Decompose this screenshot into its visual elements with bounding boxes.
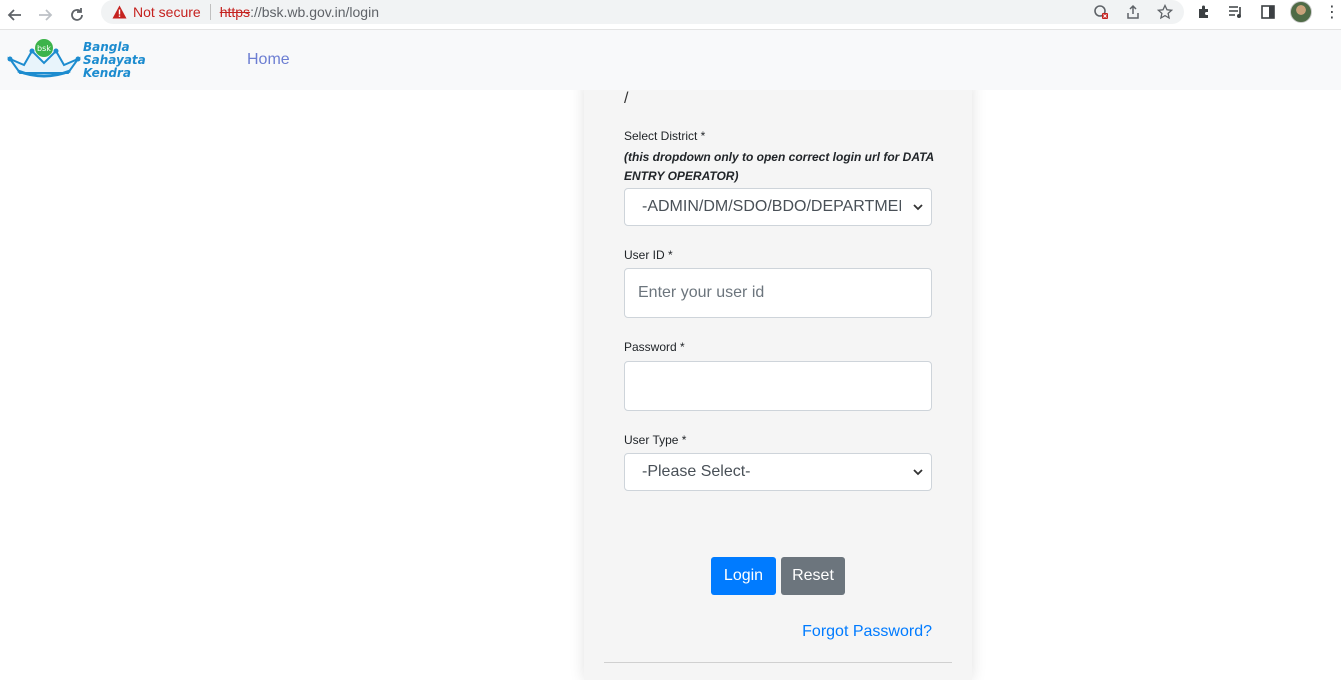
breadcrumb-fragment: / (624, 90, 629, 107)
nav-home-link[interactable]: Home (247, 51, 290, 69)
district-hint: (this dropdown only to open correct logi… (624, 150, 934, 183)
user-type-label: User Type * (624, 433, 687, 447)
user-type-select[interactable]: -Please Select- (624, 453, 932, 491)
logo-line: Kendra (83, 65, 131, 80)
district-select[interactable]: -ADMIN/DM/SDO/BDO/DEPARTMENT- (624, 188, 932, 226)
login-button[interactable]: Login (711, 557, 776, 595)
chevron-down-icon (913, 204, 923, 211)
svg-text:bsk: bsk (37, 44, 51, 53)
reload-button[interactable] (62, 0, 92, 30)
omnibox-actions (1090, 0, 1176, 24)
warning-triangle-icon[interactable] (111, 4, 127, 20)
reset-button[interactable]: Reset (781, 557, 845, 595)
url-scheme: https (219, 4, 251, 20)
side-panel-icon[interactable] (1258, 2, 1278, 22)
reload-icon (71, 8, 83, 21)
extensions-area: ⋮ (1194, 0, 1340, 24)
district-selected-value: -ADMIN/DM/SDO/BDO/DEPARTMENT- (642, 198, 901, 215)
logo-line: Sahayata (83, 52, 146, 67)
district-label: Select District * (624, 129, 706, 143)
back-button[interactable] (0, 0, 30, 30)
site-navbar: bsk Bangla Sahayata Kendra Home (0, 30, 1341, 90)
user-id-label: User ID * (624, 248, 673, 262)
login-card: / Select District * (this dropdown only … (584, 80, 972, 680)
logo-wordmark: Bangla Sahayata Kendra (83, 39, 146, 80)
bsk-logo[interactable]: bsk Bangla Sahayata Kendra (6, 37, 146, 83)
bookmark-star-icon[interactable] (1154, 1, 1176, 23)
forgot-password-link[interactable]: Forgot Password? (802, 623, 932, 641)
profile-avatar[interactable] (1290, 1, 1312, 23)
media-queue-icon[interactable] (1226, 2, 1246, 22)
user-id-input[interactable]: Enter your user id (624, 268, 932, 318)
card-divider (604, 662, 952, 663)
browser-toolbar: Not secure https ://bsk.wb.gov.in/login … (0, 0, 1341, 30)
chevron-down-icon (913, 469, 923, 476)
user-id-placeholder: Enter your user id (638, 284, 765, 301)
arrow-left-icon (7, 9, 21, 21)
puzzle-icon[interactable] (1194, 2, 1214, 22)
logo-line: Bangla (83, 39, 130, 54)
security-status[interactable]: Not secure (133, 4, 201, 20)
omnibox-divider (209, 4, 211, 20)
url-text: ://bsk.wb.gov.in/login (250, 4, 379, 20)
forward-button[interactable] (30, 0, 60, 30)
password-label: Password * (624, 340, 685, 354)
arrow-right-icon (39, 9, 53, 21)
browser-menu-icon[interactable]: ⋮ (1324, 2, 1340, 22)
crown-logo-icon: bsk (6, 37, 82, 83)
user-type-selected-value: -Please Select- (642, 463, 751, 480)
blocked-cookie-icon[interactable] (1090, 1, 1112, 23)
share-icon[interactable] (1122, 1, 1144, 23)
address-bar[interactable]: Not secure https ://bsk.wb.gov.in/login (101, 0, 1184, 24)
password-input[interactable] (624, 361, 932, 411)
